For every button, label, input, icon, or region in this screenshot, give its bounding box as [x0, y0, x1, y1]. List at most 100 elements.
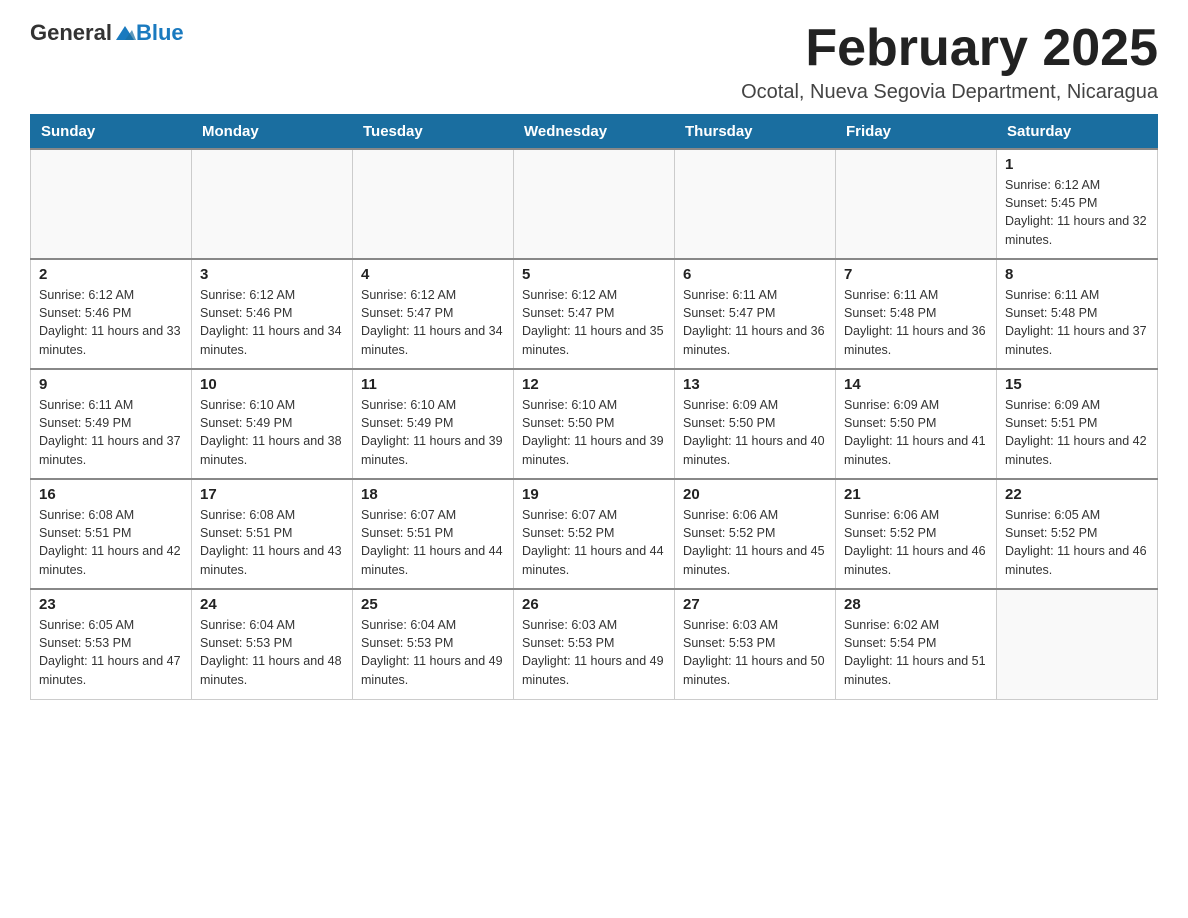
weekday-header-row: SundayMondayTuesdayWednesdayThursdayFrid…	[31, 115, 1158, 150]
weekday-header-wednesday: Wednesday	[514, 115, 675, 150]
calendar-cell: 6 Sunrise: 6:11 AM Sunset: 5:47 PM Daylig…	[675, 259, 836, 369]
day-info: Sunrise: 6:12 AM Sunset: 5:46 PM Dayligh…	[39, 286, 183, 359]
day-number: 9	[39, 376, 183, 393]
weekday-header-tuesday: Tuesday	[353, 115, 514, 150]
calendar-cell: 9 Sunrise: 6:11 AM Sunset: 5:49 PM Daylig…	[31, 369, 192, 479]
title-block: February 2025 Ocotal, Nueva Segovia Depa…	[741, 20, 1158, 104]
calendar-cell	[675, 149, 836, 259]
calendar-cell: 8 Sunrise: 6:11 AM Sunset: 5:48 PM Daylig…	[997, 259, 1158, 369]
location-subtitle: Ocotal, Nueva Segovia Department, Nicara…	[741, 81, 1158, 104]
week-row-2: 2 Sunrise: 6:12 AM Sunset: 5:46 PM Daylig…	[31, 259, 1158, 369]
week-row-1: 1 Sunrise: 6:12 AM Sunset: 5:45 PM Daylig…	[31, 149, 1158, 259]
day-number: 7	[844, 266, 988, 283]
day-info: Sunrise: 6:09 AM Sunset: 5:51 PM Dayligh…	[1005, 396, 1149, 469]
day-info: Sunrise: 6:02 AM Sunset: 5:54 PM Dayligh…	[844, 616, 988, 689]
calendar-cell: 13 Sunrise: 6:09 AM Sunset: 5:50 PM Dayli…	[675, 369, 836, 479]
day-info: Sunrise: 6:03 AM Sunset: 5:53 PM Dayligh…	[522, 616, 666, 689]
day-info: Sunrise: 6:12 AM Sunset: 5:47 PM Dayligh…	[522, 286, 666, 359]
day-number: 4	[361, 266, 505, 283]
weekday-header-friday: Friday	[836, 115, 997, 150]
day-number: 15	[1005, 376, 1149, 393]
day-number: 10	[200, 376, 344, 393]
day-info: Sunrise: 6:08 AM Sunset: 5:51 PM Dayligh…	[39, 506, 183, 579]
day-info: Sunrise: 6:12 AM Sunset: 5:47 PM Dayligh…	[361, 286, 505, 359]
weekday-header-sunday: Sunday	[31, 115, 192, 150]
calendar-cell: 2 Sunrise: 6:12 AM Sunset: 5:46 PM Daylig…	[31, 259, 192, 369]
calendar-cell: 5 Sunrise: 6:12 AM Sunset: 5:47 PM Daylig…	[514, 259, 675, 369]
day-info: Sunrise: 6:11 AM Sunset: 5:47 PM Dayligh…	[683, 286, 827, 359]
logo-general: General	[30, 20, 112, 46]
calendar-cell: 21 Sunrise: 6:06 AM Sunset: 5:52 PM Dayli…	[836, 479, 997, 589]
day-info: Sunrise: 6:03 AM Sunset: 5:53 PM Dayligh…	[683, 616, 827, 689]
calendar-cell: 18 Sunrise: 6:07 AM Sunset: 5:51 PM Dayli…	[353, 479, 514, 589]
calendar-cell: 25 Sunrise: 6:04 AM Sunset: 5:53 PM Dayli…	[353, 589, 514, 699]
day-info: Sunrise: 6:05 AM Sunset: 5:52 PM Dayligh…	[1005, 506, 1149, 579]
calendar-cell	[836, 149, 997, 259]
day-info: Sunrise: 6:07 AM Sunset: 5:52 PM Dayligh…	[522, 506, 666, 579]
day-info: Sunrise: 6:09 AM Sunset: 5:50 PM Dayligh…	[683, 396, 827, 469]
day-number: 11	[361, 376, 505, 393]
calendar-cell	[514, 149, 675, 259]
day-info: Sunrise: 6:10 AM Sunset: 5:50 PM Dayligh…	[522, 396, 666, 469]
week-row-3: 9 Sunrise: 6:11 AM Sunset: 5:49 PM Daylig…	[31, 369, 1158, 479]
page-header: General Blue February 2025 Ocotal, Nueva…	[30, 20, 1158, 104]
day-number: 6	[683, 266, 827, 283]
day-number: 19	[522, 486, 666, 503]
logo-icon	[114, 22, 136, 44]
logo-blue: Blue	[136, 20, 184, 46]
day-number: 26	[522, 596, 666, 613]
day-info: Sunrise: 6:09 AM Sunset: 5:50 PM Dayligh…	[844, 396, 988, 469]
calendar-cell: 15 Sunrise: 6:09 AM Sunset: 5:51 PM Dayli…	[997, 369, 1158, 479]
day-number: 1	[1005, 156, 1149, 173]
calendar-cell	[192, 149, 353, 259]
day-info: Sunrise: 6:12 AM Sunset: 5:45 PM Dayligh…	[1005, 176, 1149, 249]
day-info: Sunrise: 6:11 AM Sunset: 5:49 PM Dayligh…	[39, 396, 183, 469]
day-number: 24	[200, 596, 344, 613]
calendar-cell	[353, 149, 514, 259]
weekday-header-saturday: Saturday	[997, 115, 1158, 150]
week-row-5: 23 Sunrise: 6:05 AM Sunset: 5:53 PM Dayli…	[31, 589, 1158, 699]
calendar-cell: 23 Sunrise: 6:05 AM Sunset: 5:53 PM Dayli…	[31, 589, 192, 699]
day-number: 8	[1005, 266, 1149, 283]
day-info: Sunrise: 6:07 AM Sunset: 5:51 PM Dayligh…	[361, 506, 505, 579]
day-number: 5	[522, 266, 666, 283]
day-number: 13	[683, 376, 827, 393]
logo: General Blue	[30, 20, 184, 46]
month-title: February 2025	[741, 20, 1158, 77]
day-info: Sunrise: 6:10 AM Sunset: 5:49 PM Dayligh…	[200, 396, 344, 469]
calendar-cell: 16Sunrise: 6:08 AM Sunset: 5:51 PM Dayli…	[31, 479, 192, 589]
calendar-cell: 3Sunrise: 6:12 AM Sunset: 5:46 PM Daylig…	[192, 259, 353, 369]
day-info: Sunrise: 6:11 AM Sunset: 5:48 PM Dayligh…	[1005, 286, 1149, 359]
day-number: 20	[683, 486, 827, 503]
weekday-header-thursday: Thursday	[675, 115, 836, 150]
calendar-cell: 7 Sunrise: 6:11 AM Sunset: 5:48 PM Daylig…	[836, 259, 997, 369]
day-number: 17	[200, 486, 344, 503]
calendar-cell: 22Sunrise: 6:05 AM Sunset: 5:52 PM Dayli…	[997, 479, 1158, 589]
day-info: Sunrise: 6:04 AM Sunset: 5:53 PM Dayligh…	[361, 616, 505, 689]
calendar-cell: 4 Sunrise: 6:12 AM Sunset: 5:47 PM Daylig…	[353, 259, 514, 369]
day-number: 18	[361, 486, 505, 503]
calendar-cell	[31, 149, 192, 259]
day-info: Sunrise: 6:05 AM Sunset: 5:53 PM Dayligh…	[39, 616, 183, 689]
day-number: 3	[200, 266, 344, 283]
day-number: 25	[361, 596, 505, 613]
day-number: 2	[39, 266, 183, 283]
day-number: 21	[844, 486, 988, 503]
calendar-cell: 17 Sunrise: 6:08 AM Sunset: 5:51 PM Dayli…	[192, 479, 353, 589]
day-info: Sunrise: 6:06 AM Sunset: 5:52 PM Dayligh…	[683, 506, 827, 579]
calendar-table: SundayMondayTuesdayWednesdayThursdayFrid…	[30, 114, 1158, 700]
weekday-header-monday: Monday	[192, 115, 353, 150]
week-row-4: 16Sunrise: 6:08 AM Sunset: 5:51 PM Dayli…	[31, 479, 1158, 589]
day-number: 14	[844, 376, 988, 393]
day-number: 23	[39, 596, 183, 613]
calendar-cell: 14 Sunrise: 6:09 AM Sunset: 5:50 PM Dayli…	[836, 369, 997, 479]
calendar-cell: 19 Sunrise: 6:07 AM Sunset: 5:52 PM Dayli…	[514, 479, 675, 589]
day-info: Sunrise: 6:08 AM Sunset: 5:51 PM Dayligh…	[200, 506, 344, 579]
calendar-cell: 28Sunrise: 6:02 AM Sunset: 5:54 PM Dayli…	[836, 589, 997, 699]
calendar-cell: 24 Sunrise: 6:04 AM Sunset: 5:53 PM Dayli…	[192, 589, 353, 699]
calendar-cell: 10 Sunrise: 6:10 AM Sunset: 5:49 PM Dayli…	[192, 369, 353, 479]
day-info: Sunrise: 6:11 AM Sunset: 5:48 PM Dayligh…	[844, 286, 988, 359]
calendar-cell: 27Sunrise: 6:03 AM Sunset: 5:53 PM Dayli…	[675, 589, 836, 699]
day-info: Sunrise: 6:06 AM Sunset: 5:52 PM Dayligh…	[844, 506, 988, 579]
day-info: Sunrise: 6:04 AM Sunset: 5:53 PM Dayligh…	[200, 616, 344, 689]
